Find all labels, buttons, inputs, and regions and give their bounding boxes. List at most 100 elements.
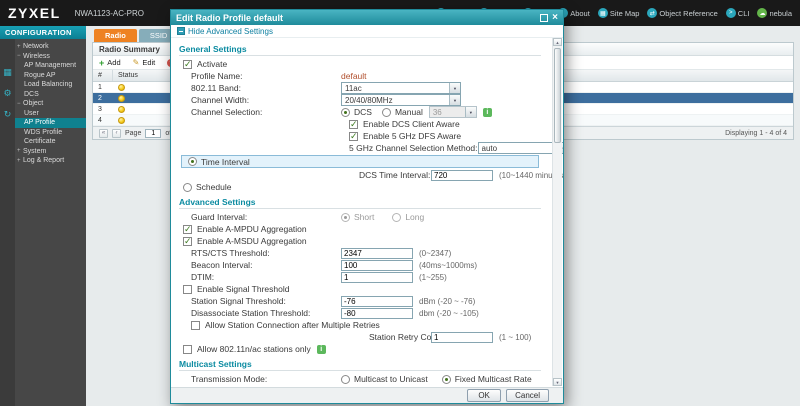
- row-number: 2: [98, 94, 102, 102]
- time-interval-radio[interactable]: [188, 157, 197, 166]
- radio-icon: [445, 386, 455, 387]
- dialog-titlebar: Edit Radio Profile default ×: [171, 10, 563, 25]
- radio-icon: [416, 386, 426, 387]
- dfs-aware-checkbox[interactable]: [349, 131, 358, 142]
- beacon-input[interactable]: [341, 259, 413, 271]
- popout-icon[interactable]: [540, 13, 549, 22]
- n-ac-only-checkbox[interactable]: [183, 344, 192, 354]
- edit-radio-profile-dialog: Edit Radio Profile default × Hide Advanc…: [170, 9, 564, 404]
- prev-page-button[interactable]: ‹: [112, 128, 121, 138]
- dcs-radio[interactable]: [341, 107, 350, 117]
- general-settings-heading: General Settings: [179, 43, 247, 54]
- rate-option-12[interactable]: 12: [388, 386, 409, 387]
- scrollbar-thumb[interactable]: [554, 48, 561, 143]
- column-header-number[interactable]: #: [93, 70, 113, 81]
- retries-checkbox[interactable]: [191, 320, 200, 330]
- close-icon[interactable]: ×: [552, 12, 558, 22]
- object-reference-link[interactable]: ⇄ Object Reference: [647, 8, 718, 18]
- retries-label: Allow Station Connection after Multiple …: [205, 320, 380, 330]
- sidebar-item-log-report[interactable]: + Log & Report: [15, 156, 86, 166]
- rate-option-6[interactable]: 6: [341, 386, 357, 387]
- sidebar-item-rogue-ap[interactable]: Rogue AP: [15, 71, 86, 81]
- schedule-row: Schedule: [179, 181, 541, 193]
- sidebar-item-dcs[interactable]: DCS: [15, 90, 86, 100]
- radio-icon: [473, 386, 483, 387]
- sidebar-item-wireless[interactable]: − Wireless: [15, 52, 86, 62]
- ampdu-checkbox[interactable]: [183, 224, 192, 235]
- transmission-mode-label: Transmission Mode:: [191, 374, 268, 384]
- dialog-title: Edit Radio Profile default: [176, 12, 284, 23]
- rate-option-48[interactable]: 48: [502, 386, 523, 387]
- edit-button[interactable]: ✎ Edit: [133, 58, 156, 67]
- profile-name-value: default: [341, 71, 367, 81]
- dashboard-icon[interactable]: ▦: [3, 67, 12, 77]
- sidebar-item-ap-management[interactable]: AP Management: [15, 61, 86, 71]
- sidebar-item-system[interactable]: + System: [15, 147, 86, 157]
- cli-link[interactable]: > CLI: [725, 8, 749, 18]
- dtim-input[interactable]: [341, 271, 413, 283]
- configuration-icon[interactable]: ⚙: [3, 88, 11, 98]
- scroll-up-icon[interactable]: ▲: [553, 38, 562, 46]
- transmission-mode-row: Transmission Mode: Multicast to Unicast …: [179, 373, 541, 385]
- rate-option-24[interactable]: 24: [445, 386, 466, 387]
- sidebar-item-ap-profile[interactable]: AP Profile: [15, 118, 86, 128]
- fixed-multicast-rate-radio[interactable]: [441, 374, 451, 384]
- rate-label: 36: [485, 386, 494, 387]
- disassociate-label: Disassociate Station Threshold:: [191, 308, 311, 318]
- edit-icon: ✎: [132, 58, 140, 67]
- retry-count-input[interactable]: [431, 331, 493, 343]
- rate-option-36[interactable]: 36: [473, 386, 494, 387]
- tab-radio[interactable]: Radio: [94, 29, 137, 42]
- item-label: Log & Report: [23, 157, 65, 165]
- station-signal-input[interactable]: [341, 295, 413, 307]
- info-icon[interactable]: i: [482, 107, 492, 117]
- dcs-client-aware-label: Enable DCS Client Aware: [363, 119, 460, 129]
- sidebar-item-user[interactable]: User: [15, 109, 86, 119]
- rate-option-54[interactable]: 54: [530, 386, 551, 387]
- dialog-scrollbar[interactable]: ▲ ▼: [552, 38, 562, 386]
- hide-advanced-settings-link[interactable]: Hide Advanced Settings: [171, 25, 563, 38]
- guard-long-radio: [392, 212, 402, 222]
- signal-threshold-checkbox[interactable]: [183, 284, 192, 294]
- channel-width-select[interactable]: 20/40/80MHz ▼: [341, 94, 461, 106]
- sidebar-item-certificate[interactable]: Certificate: [15, 137, 86, 147]
- first-page-button[interactable]: «: [99, 128, 108, 138]
- amsdu-checkbox[interactable]: [183, 236, 192, 247]
- multicast-rate-label: Multicast Rate(Mbps):: [191, 386, 341, 387]
- guard-long-label: Long: [405, 212, 425, 222]
- sidebar-item-object[interactable]: − Object: [15, 99, 86, 109]
- beacon-hint: (40ms~1000ms): [419, 260, 478, 270]
- manual-radio[interactable]: [381, 107, 391, 117]
- band-select[interactable]: 11ac ▼: [341, 82, 461, 94]
- sidebar-item-wds-profile[interactable]: WDS Profile: [15, 128, 86, 138]
- sidebar-item-load-balancing[interactable]: Load Balancing: [15, 80, 86, 90]
- activate-checkbox[interactable]: [183, 59, 192, 70]
- dcs-time-interval-input[interactable]: [431, 169, 493, 181]
- band-label: 802.11 Band:: [191, 83, 241, 93]
- nebula-link[interactable]: ☁ nebula: [757, 8, 792, 18]
- about-label: About: [570, 8, 590, 18]
- chevron-down-icon: ▼: [449, 83, 460, 93]
- dcs-time-interval-row: DCS Time Interval: (10~1440 minutes): [179, 169, 563, 181]
- channel-method-select[interactable]: auto▼: [477, 142, 563, 154]
- disassociate-input[interactable]: [341, 307, 413, 319]
- rate-option-9[interactable]: 9: [364, 386, 380, 387]
- sidebar-item-network[interactable]: + Network: [15, 42, 86, 52]
- schedule-label: Schedule: [196, 182, 232, 192]
- rate-option-18[interactable]: 18: [416, 386, 437, 387]
- page-number-input[interactable]: [145, 128, 162, 138]
- ampdu-label: Enable A-MPDU Aggregation: [197, 224, 307, 234]
- info-icon[interactable]: i: [316, 344, 326, 354]
- channel-width-value: 20/40/80MHz: [345, 95, 393, 105]
- rts-input[interactable]: [341, 247, 413, 259]
- dcs-client-aware-checkbox[interactable]: [349, 119, 358, 130]
- add-button[interactable]: + Add: [99, 58, 121, 68]
- ok-button[interactable]: OK: [467, 389, 502, 402]
- maintenance-icon[interactable]: ↻: [4, 109, 12, 119]
- multicast-to-unicast-radio[interactable]: [341, 374, 350, 384]
- cancel-button[interactable]: Cancel: [506, 389, 549, 402]
- object-reference-label: Object Reference: [659, 8, 718, 18]
- schedule-radio[interactable]: [183, 182, 192, 192]
- site-map-link[interactable]: ▦ Site Map: [597, 8, 639, 18]
- scroll-down-icon[interactable]: ▼: [553, 378, 562, 386]
